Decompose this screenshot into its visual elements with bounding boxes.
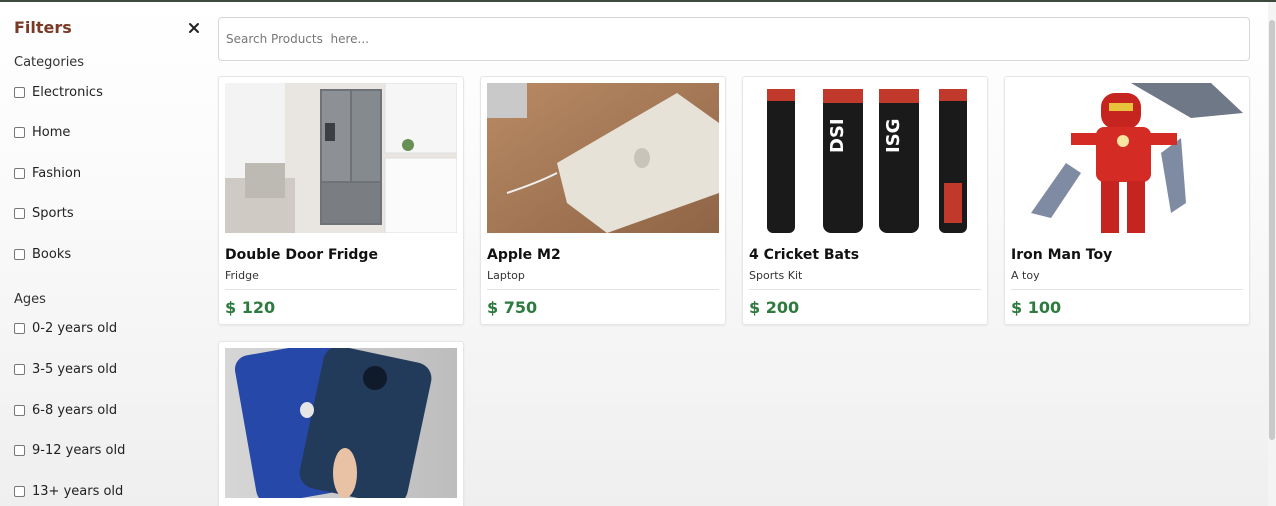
category-books[interactable]: Books: [14, 247, 71, 262]
card-divider: [487, 289, 719, 290]
checkbox[interactable]: [14, 87, 25, 98]
card-divider: [225, 289, 457, 290]
checkbox-label: Sports: [32, 206, 74, 221]
checkbox[interactable]: [14, 127, 25, 138]
laptop-image: [487, 83, 719, 233]
checkbox-label: Home: [32, 125, 71, 140]
card-divider: [1011, 289, 1243, 290]
age-6-8[interactable]: 6-8 years old: [14, 403, 117, 418]
checkbox[interactable]: [14, 486, 25, 497]
svg-text:DSI: DSI: [827, 118, 848, 153]
product-name: Apple M2: [487, 247, 561, 263]
close-icon[interactable]: [187, 21, 201, 35]
categories-title: Categories: [14, 55, 85, 70]
checkbox-label: 6-8 years old: [32, 403, 118, 418]
checkbox-label: 13+ years old: [32, 484, 124, 499]
product-category: A toy: [1011, 269, 1040, 282]
fridge-image: [225, 83, 457, 233]
product-card[interactable]: DSI ISG 4 Cricket Bats Sports Kit $ 200: [742, 76, 988, 325]
product-card[interactable]: Apple M2 Laptop $ 750: [480, 76, 726, 325]
category-home[interactable]: Home: [14, 125, 70, 140]
filters-sidebar: Filters Categories Electronics Home Fash…: [0, 2, 210, 506]
checkbox-label: 0-2 years old: [32, 321, 118, 336]
category-electronics[interactable]: Electronics: [14, 85, 103, 100]
checkbox-label: Electronics: [32, 85, 103, 100]
product-card[interactable]: Double Door Fridge Fridge $ 120: [218, 76, 464, 325]
age-9-12[interactable]: 9-12 years old: [14, 443, 125, 458]
checkbox[interactable]: [14, 208, 25, 219]
product-price: $ 750: [487, 298, 538, 317]
iphone-image: [225, 348, 457, 498]
age-13-plus[interactable]: 13+ years old: [14, 484, 123, 499]
checkbox-label: 3-5 years old: [32, 362, 118, 377]
age-3-5[interactable]: 3-5 years old: [14, 362, 117, 377]
product-price: $ 120: [225, 298, 276, 317]
checkbox[interactable]: [14, 168, 25, 179]
product-name: Double Door Fridge: [225, 247, 378, 263]
checkbox[interactable]: [14, 323, 25, 334]
product-card[interactable]: [218, 341, 464, 506]
checkbox[interactable]: [14, 249, 25, 260]
checkbox-label: Fashion: [32, 166, 82, 181]
cricket-bats-image: DSI ISG: [749, 83, 981, 233]
filters-title: Filters: [14, 18, 72, 37]
product-price: $ 200: [749, 298, 800, 317]
checkbox[interactable]: [14, 405, 25, 416]
checkbox[interactable]: [14, 445, 25, 456]
search-input[interactable]: [218, 17, 1250, 61]
age-0-2[interactable]: 0-2 years old: [14, 321, 117, 336]
checkbox-label: 9-12 years old: [32, 443, 126, 458]
category-sports[interactable]: Sports: [14, 206, 74, 221]
product-category: Laptop: [487, 269, 525, 282]
product-name: 4 Cricket Bats: [749, 247, 860, 263]
product-name: Iron Man Toy: [1011, 247, 1113, 263]
product-price: $ 100: [1011, 298, 1062, 317]
checkbox-label: Books: [32, 247, 72, 262]
category-fashion[interactable]: Fashion: [14, 166, 81, 181]
iron-man-toy-image: [1011, 83, 1243, 233]
product-card[interactable]: Iron Man Toy A toy $ 100: [1004, 76, 1250, 325]
ages-title: Ages: [14, 292, 46, 307]
card-divider: [749, 289, 981, 290]
scrollbar-thumb[interactable]: [1269, 20, 1275, 440]
product-category: Sports Kit: [749, 269, 803, 282]
product-category: Fridge: [225, 269, 259, 282]
checkbox[interactable]: [14, 364, 25, 375]
svg-text:ISG: ISG: [883, 119, 904, 153]
